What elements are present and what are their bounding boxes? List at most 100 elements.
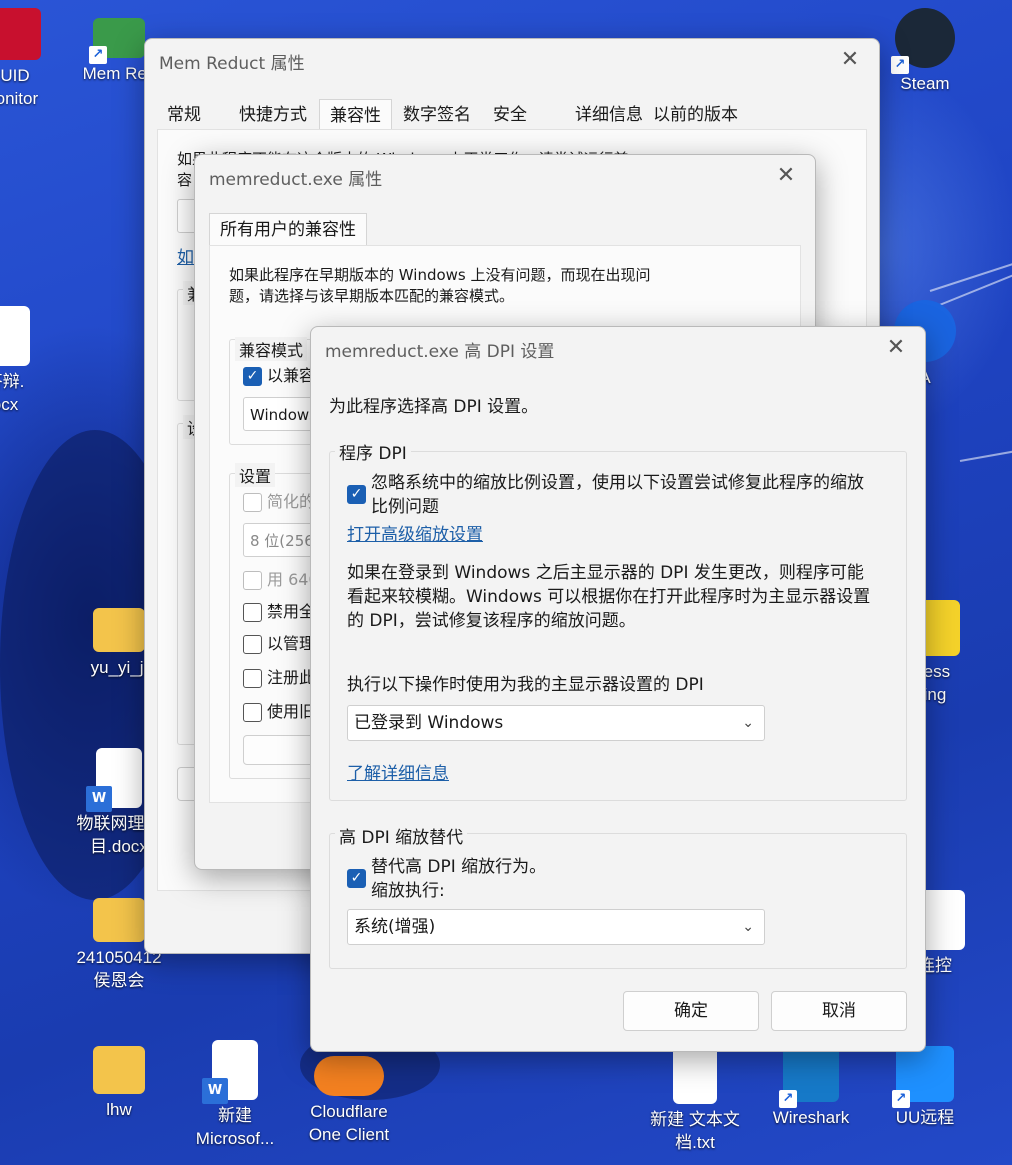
close-icon[interactable]: ✕: [835, 45, 865, 75]
tab-security[interactable]: 安全: [483, 99, 537, 131]
desktop-icon-folder-lhw[interactable]: lhw: [64, 1046, 174, 1121]
compat-mode-title: 兼容模式: [235, 337, 308, 361]
legacy-icc-label: 使用旧: [267, 702, 316, 721]
close-icon[interactable]: ✕: [771, 161, 801, 191]
desktop-icon-label: lhw: [106, 1100, 132, 1119]
window-title: memreduct.exe 属性: [209, 170, 383, 190]
disable-fullscreen-opt-checkbox[interactable]: [243, 603, 262, 622]
window-title: memreduct.exe 高 DPI 设置: [325, 342, 555, 362]
dpi-change-paragraph: 的 DPI，尝试修复该程序的缩放问题。: [347, 611, 636, 631]
desktop-icon-cloudflare[interactable]: Cloudflare One Client: [294, 1046, 404, 1146]
tab-compatibility[interactable]: 兼容性: [319, 99, 392, 132]
compat-mode-checkbox[interactable]: ✓: [243, 367, 262, 386]
shortcut-arrow-icon: ↗: [89, 46, 107, 64]
desktop-icon-label: One Client: [308, 1125, 390, 1144]
desktop-icon-uu[interactable]: ↗ UU远程: [870, 1046, 980, 1129]
steam-icon: ↗: [891, 8, 955, 74]
reduced-color-checkbox[interactable]: [243, 493, 262, 512]
shortcut-arrow-icon: ↗: [779, 1090, 797, 1108]
low-resolution-checkbox[interactable]: [243, 571, 262, 590]
desktop-icon-label: ocx: [0, 395, 19, 414]
folder-icon: [93, 898, 145, 942]
tab-bar: 常规 快捷方式 兼容性 数字签名 安全 详细信息 以前的版本: [157, 99, 867, 132]
advanced-scaling-link[interactable]: 打开高级缩放设置: [347, 520, 483, 545]
ram-chip-icon: ↗: [89, 18, 145, 64]
desktop-icon-label: 档.txt: [675, 1133, 715, 1152]
desktop-icon-uid-monitor[interactable]: UID lonitor: [0, 8, 70, 110]
desktop-icon-label: Cloudflare: [310, 1102, 388, 1121]
ignore-scaling-label: 忽略系统中的缩放比例设置，使用以下设置尝试修复此程序的缩放: [371, 473, 864, 493]
desktop-icon-label: 新建 文本文: [650, 1110, 740, 1129]
shortcut-arrow-icon: ↗: [891, 56, 909, 74]
desktop-icon-label: lonitor: [0, 89, 39, 108]
compat-intro-text: 容: [177, 171, 193, 189]
run-as-admin-checkbox[interactable]: [243, 635, 262, 654]
run-as-admin-label: 以管理: [267, 634, 316, 653]
ok-button[interactable]: 确定: [623, 991, 759, 1031]
window-title: Mem Reduct 属性: [159, 54, 305, 74]
program-dpi-title: 程序 DPI: [335, 439, 411, 464]
desktop-icon-label: 答辩.: [0, 372, 25, 391]
reduced-color-label: 简化的: [267, 492, 316, 511]
close-icon[interactable]: ✕: [881, 333, 911, 363]
shortcut-arrow-icon: ↗: [892, 1090, 910, 1108]
manual-select-link[interactable]: 如: [177, 243, 194, 268]
dpi-timing-select[interactable]: 已登录到 Windows ⌄: [347, 705, 765, 741]
cancel-button[interactable]: 取消: [771, 991, 907, 1031]
tab-general[interactable]: 常规: [157, 99, 211, 131]
tab-all-users-compat[interactable]: 所有用户的兼容性: [209, 213, 367, 246]
dpi-timing-value: 已登录到 Windows: [354, 713, 504, 733]
desktop-icon-label: 侯恩会: [93, 971, 145, 990]
use-dpi-label: 执行以下操作时使用为我的主显示器设置的 DPI: [347, 675, 704, 695]
tab-details[interactable]: 详细信息: [565, 99, 653, 131]
folder-icon: [93, 608, 145, 652]
desktop-icon-new-txt[interactable]: 新建 文本文 档.txt: [640, 1046, 750, 1154]
word-document-icon: W: [202, 1040, 258, 1104]
scaling-performer-select[interactable]: 系统(增强) ⌄: [347, 909, 765, 945]
desktop-icon-docx[interactable]: 答辩. ocx: [0, 306, 60, 416]
compat-intro-text: 题，请选择与该早期版本匹配的兼容模式。: [229, 287, 515, 305]
dpi-change-paragraph: 如果在登录到 Windows 之后主显示器的 DPI 发生更改，则程序可能: [347, 563, 864, 583]
override-group-title: 高 DPI 缩放替代: [335, 823, 468, 848]
chevron-down-icon: ⌄: [742, 919, 754, 935]
high-dpi-settings-window[interactable]: memreduct.exe 高 DPI 设置 ✕ 为此程序选择高 DPI 设置。…: [310, 326, 926, 1052]
word-icon: W: [202, 1078, 228, 1104]
desktop-icon-label: Wireshark: [772, 1108, 850, 1127]
disable-fullscreen-opt-label: 禁用全: [267, 602, 316, 621]
learn-more-link[interactable]: 了解详细信息: [347, 759, 449, 784]
tab-digital-signature[interactable]: 数字签名: [393, 99, 481, 131]
compat-intro-text: 如果此程序在早期版本的 Windows 上没有问题，而现在出现问: [229, 266, 651, 284]
override-scaling-checkbox[interactable]: ✓: [347, 869, 366, 888]
dpi-change-paragraph: 看起来较模糊。Windows 可以根据你在打开此程序时为主显示器设置: [347, 587, 871, 607]
scaling-performer-value: 系统(增强): [354, 917, 436, 937]
word-icon: W: [86, 786, 112, 812]
compat-mode-label: 以兼容: [267, 366, 316, 385]
tab-previous-versions[interactable]: 以前的版本: [643, 99, 748, 131]
desktop-icon-steam[interactable]: ↗ Steam: [870, 8, 980, 95]
document-icon: [0, 306, 30, 366]
shark-fin-icon: ↗: [779, 1046, 839, 1108]
register-restart-checkbox[interactable]: [243, 669, 262, 688]
cloud-icon: [314, 1056, 384, 1096]
ignore-scaling-checkbox[interactable]: ✓: [347, 485, 366, 504]
settings-group-title: 设置: [235, 463, 276, 487]
word-document-icon: W: [86, 748, 142, 812]
desktop-icon-label: Steam: [900, 74, 950, 93]
scaling-performed-label: 缩放执行:: [371, 881, 445, 901]
tab-shortcut[interactable]: 快捷方式: [229, 99, 317, 131]
chevron-down-icon: ⌄: [742, 715, 754, 731]
desktop-icon-label: Microsof...: [195, 1129, 275, 1148]
text-file-icon: [673, 1046, 717, 1104]
ignore-scaling-label: 比例问题: [371, 497, 439, 517]
override-scaling-label: 替代高 DPI 缩放行为。: [371, 857, 547, 877]
desktop-icon-label: UID: [0, 66, 30, 85]
legacy-icc-checkbox[interactable]: [243, 703, 262, 722]
register-restart-label: 注册此: [267, 668, 316, 687]
shield-icon: [0, 8, 41, 60]
desktop-icon-label: UU远程: [895, 1108, 955, 1127]
desktop-icon-word-new[interactable]: W 新建 Microsof...: [180, 1040, 290, 1150]
desktop-icon-label: 新建: [218, 1106, 252, 1125]
desktop-icon-wireshark[interactable]: ↗ Wireshark: [756, 1046, 866, 1129]
uu-remote-icon: ↗: [892, 1046, 954, 1108]
folder-icon: [93, 1046, 145, 1094]
